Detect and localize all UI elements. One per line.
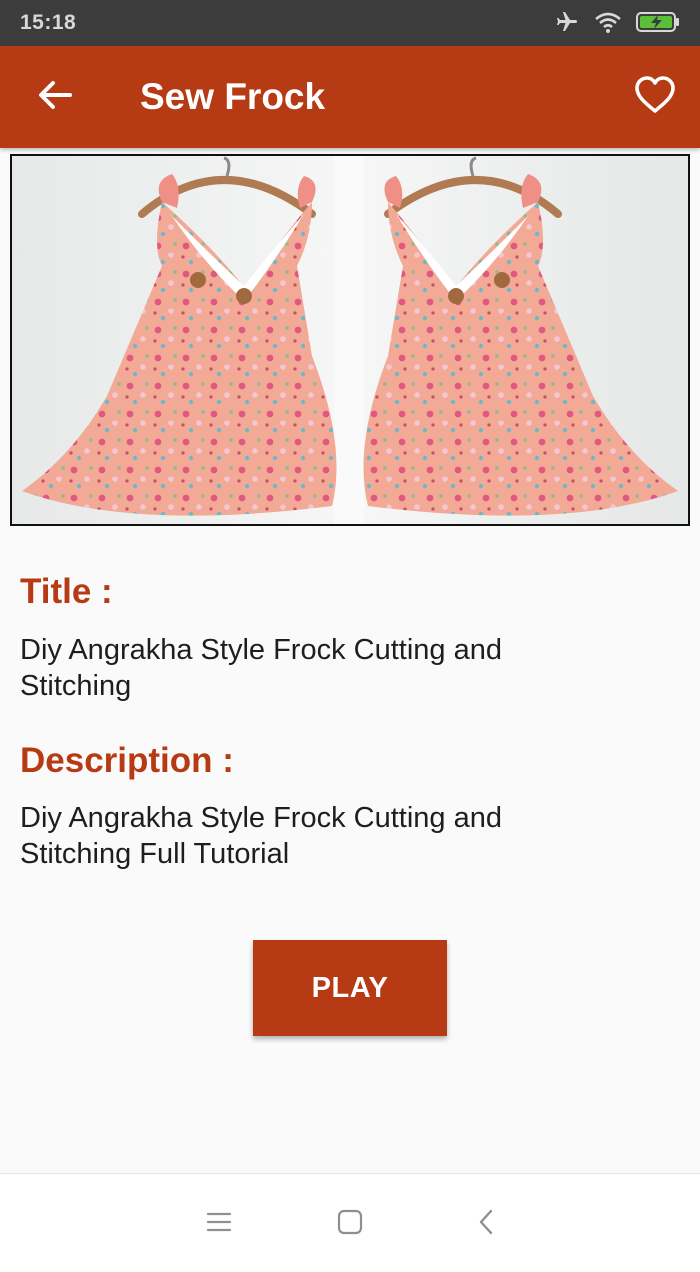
description-value: Diy Angrakha Style Frock Cutting and Sti… bbox=[20, 802, 502, 870]
airplane-mode-icon bbox=[554, 10, 580, 39]
heart-outline-icon bbox=[634, 75, 676, 119]
status-bar: 15:18 bbox=[0, 0, 700, 46]
hero-image bbox=[10, 154, 690, 526]
title-label: Title : bbox=[20, 572, 113, 611]
favorite-button[interactable] bbox=[632, 74, 678, 120]
page-title: Sew Frock bbox=[140, 76, 326, 117]
status-icons bbox=[554, 10, 680, 39]
battery-charging-icon bbox=[636, 11, 680, 38]
menu-button[interactable] bbox=[199, 1204, 239, 1244]
wifi-icon bbox=[594, 10, 622, 39]
home-square-icon bbox=[337, 1209, 363, 1240]
navigation-bar bbox=[0, 1173, 700, 1272]
arrow-back-icon bbox=[36, 78, 72, 117]
description-label: Description : bbox=[20, 741, 234, 780]
back-button[interactable] bbox=[26, 74, 82, 120]
title-value: Diy Angrakha Style Frock Cutting and Sti… bbox=[20, 634, 502, 702]
frock-image bbox=[12, 156, 688, 524]
menu-icon bbox=[206, 1211, 232, 1238]
play-button[interactable]: PLAY bbox=[253, 940, 447, 1036]
nav-back-button[interactable] bbox=[466, 1204, 506, 1244]
back-chevron-icon bbox=[476, 1208, 496, 1241]
status-time: 15:18 bbox=[20, 11, 77, 34]
home-button[interactable] bbox=[330, 1204, 370, 1244]
app-bar: Sew Frock bbox=[0, 46, 700, 148]
